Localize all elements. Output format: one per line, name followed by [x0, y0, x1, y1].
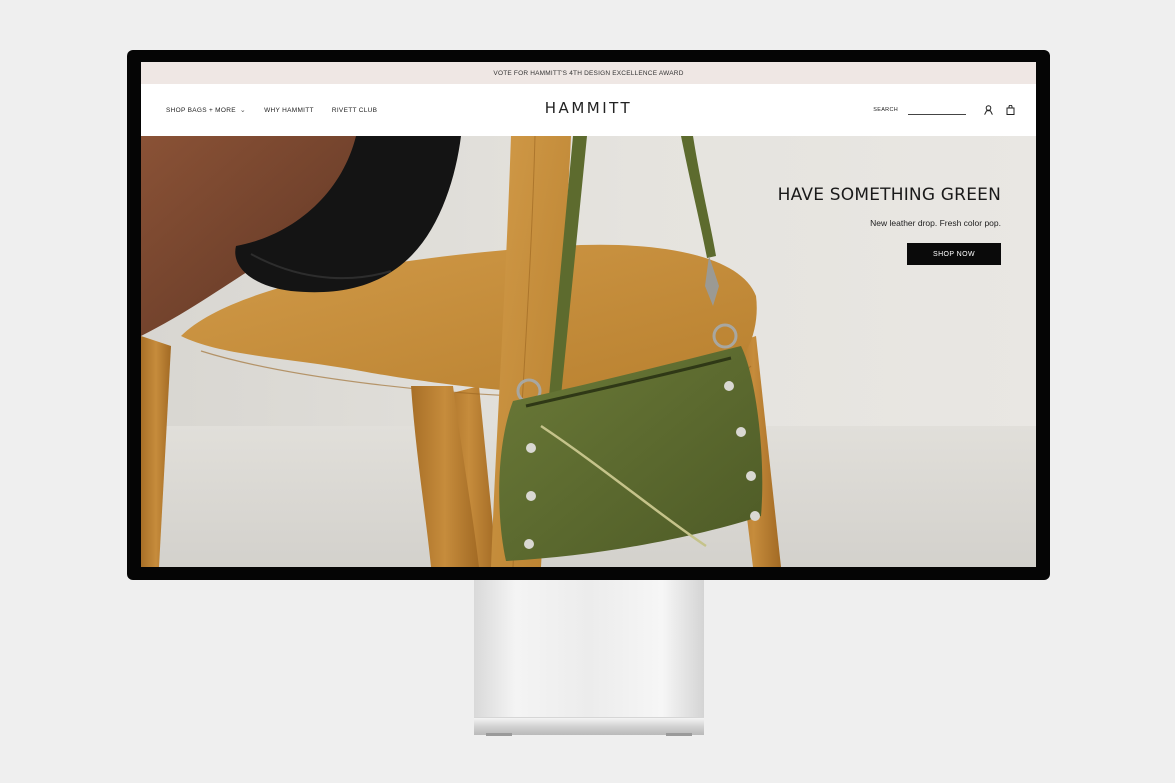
- hero-subtitle: New leather drop. Fresh color pop.: [870, 218, 1001, 228]
- search-input[interactable]: [908, 105, 966, 115]
- site-header: SHOP BAGS + MORE ⌄ WHY HAMMITT RIVETT CL…: [141, 84, 1036, 136]
- account-icon[interactable]: [982, 104, 994, 116]
- search-label: SEARCH: [873, 107, 898, 113]
- monitor-stand: [474, 580, 704, 718]
- hero-title: HAVE SOMETHING GREEN: [777, 185, 1001, 205]
- stand-foot: [486, 733, 512, 736]
- monitor-frame: VOTE FOR HAMMITT'S 4TH DESIGN EXCELLENCE…: [127, 50, 1050, 580]
- cart-icon[interactable]: [1004, 104, 1016, 116]
- stand-foot: [666, 733, 692, 736]
- announcement-bar[interactable]: VOTE FOR HAMMITT'S 4TH DESIGN EXCELLENCE…: [141, 62, 1036, 84]
- website-screen: VOTE FOR HAMMITT'S 4TH DESIGN EXCELLENCE…: [141, 62, 1036, 567]
- shop-now-button[interactable]: SHOP NOW: [907, 243, 1001, 265]
- hero-banner[interactable]: HAVE SOMETHING GREEN New leather drop. F…: [141, 136, 1036, 567]
- announcement-text[interactable]: VOTE FOR HAMMITT'S 4TH DESIGN EXCELLENCE…: [493, 70, 683, 77]
- header-tools: SEARCH: [873, 84, 1016, 136]
